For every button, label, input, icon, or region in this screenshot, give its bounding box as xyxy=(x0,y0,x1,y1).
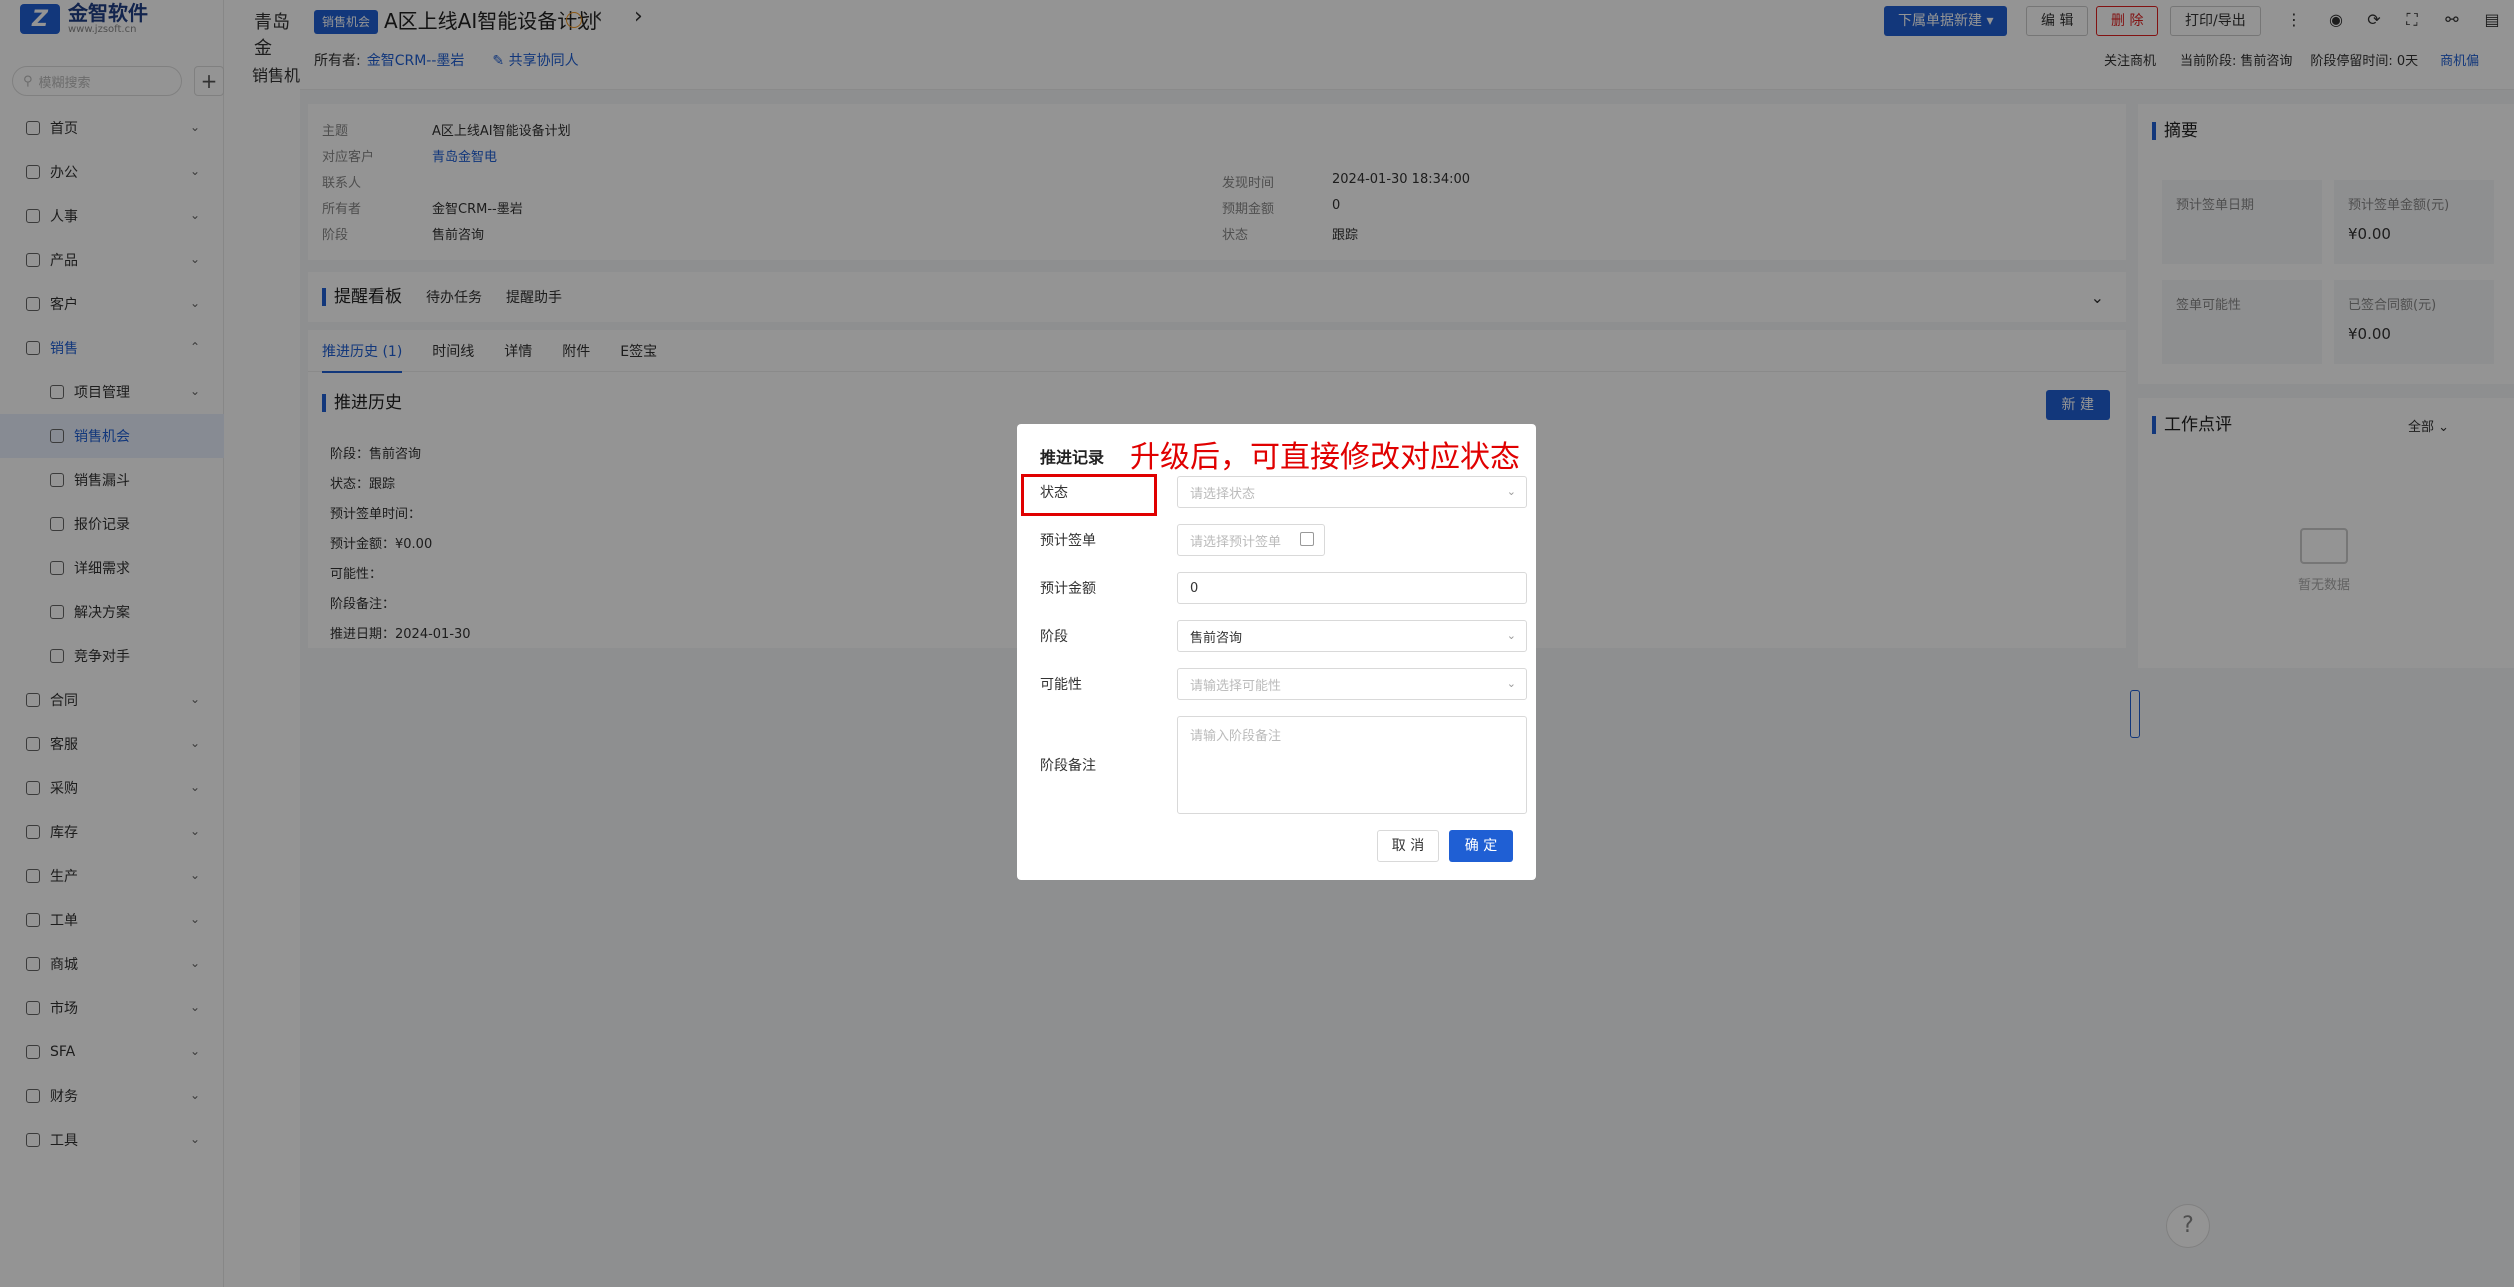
cancel-button[interactable]: 取 消 xyxy=(1377,830,1439,862)
status-select[interactable]: 请选择状态 ⌄ xyxy=(1177,476,1527,508)
stage-note-label: 阶段备注 xyxy=(1040,758,1096,774)
stage-note-textarea[interactable]: 请输入阶段备注 xyxy=(1177,716,1527,814)
chevron-down-icon: ⌄ xyxy=(1506,677,1516,690)
chevron-down-icon: ⌄ xyxy=(1506,485,1516,498)
expected-date-label: 预计签单 xyxy=(1040,533,1096,549)
expected-amount-label: 预计金额 xyxy=(1040,581,1096,597)
stage-select[interactable]: 售前咨询 ⌄ xyxy=(1177,620,1527,652)
probability-label: 可能性 xyxy=(1040,677,1082,693)
chevron-down-icon: ⌄ xyxy=(1506,629,1516,642)
confirm-button[interactable]: 确 定 xyxy=(1449,830,1513,862)
annotation-text: 升级后，可直接修改对应状态 xyxy=(1130,440,1520,475)
expected-amount-input[interactable]: 0 xyxy=(1177,572,1527,604)
probability-select[interactable]: 请输选择可能性 ⌄ xyxy=(1177,668,1527,700)
expected-date-picker[interactable]: 请选择预计签单 xyxy=(1177,524,1325,556)
modal-title: 推进记录 xyxy=(1040,448,1105,467)
annotation-highlight-box xyxy=(1021,474,1157,516)
stage-label: 阶段 xyxy=(1040,629,1068,645)
calendar-icon xyxy=(1300,532,1314,546)
